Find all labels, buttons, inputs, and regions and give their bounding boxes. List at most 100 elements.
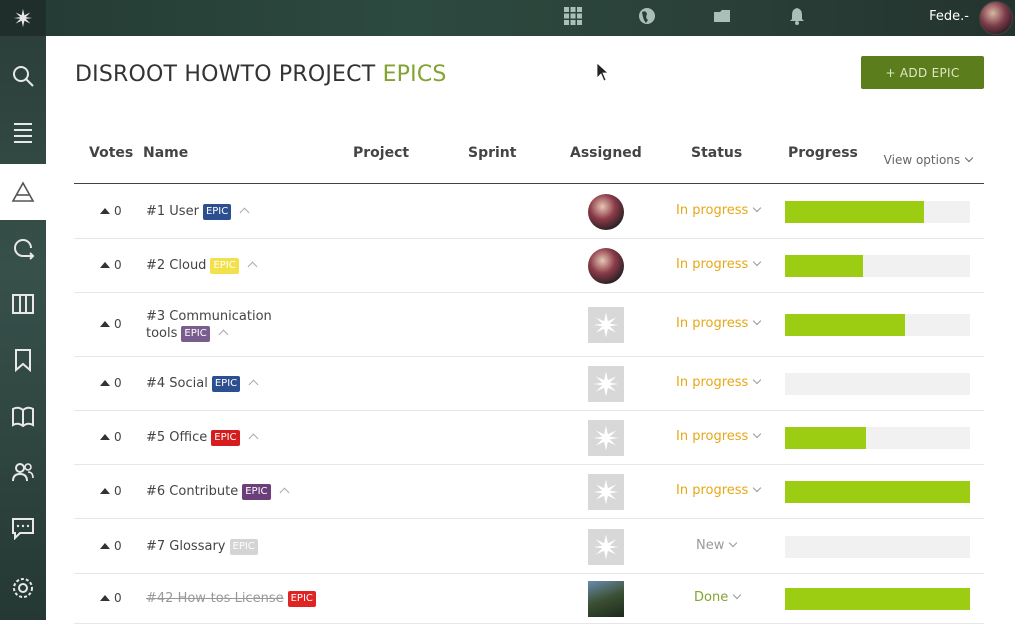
assignee-avatar[interactable] [588,581,624,617]
progress-bar [785,373,970,395]
epic-name-link[interactable]: #2 Cloud EPIC [146,257,258,274]
chevron-down-icon [753,316,762,326]
epic-name-text: #6 Contribute [146,484,239,499]
assignee-placeholder-icon[interactable] [588,307,624,343]
epic-badge: EPIC [181,326,210,342]
vote-count: 0 [114,484,122,498]
assignee-placeholder-icon[interactable] [588,474,624,510]
chevron-up-icon[interactable] [248,379,259,390]
kanban-icon [12,294,34,314]
table-row[interactable]: 0 #3 Communication tools EPIC In progress [74,293,984,357]
folder-icon[interactable] [712,6,734,28]
flower-logo-icon[interactable] [0,0,46,36]
col-project[interactable]: Project [353,145,409,161]
table-row[interactable]: 0 #2 Cloud EPIC In progress [74,239,984,293]
epic-name-line1: #3 Communication [146,309,272,324]
user-name[interactable]: Fede.- [929,9,969,24]
col-status[interactable]: Status [691,145,742,161]
chevron-up-icon[interactable] [218,329,229,340]
chevron-down-icon [729,538,738,547]
sidebar-item-kanban[interactable] [0,276,46,332]
progress-fill [785,588,970,610]
sidebar-item-search[interactable] [0,48,46,104]
globe-icon[interactable] [637,6,659,28]
vote-button[interactable]: 0 [100,258,122,272]
epic-name-text: #7 Glossary [146,538,226,554]
page-title-accent: EPICS [382,62,447,87]
bell-icon[interactable] [787,6,809,28]
assignee-avatar[interactable] [588,194,624,230]
epic-name-link[interactable]: #6 Contribute EPIC [146,483,289,500]
chevron-up-icon[interactable] [279,487,289,498]
upvote-arrow-icon [100,595,110,601]
epic-name-text: #5 Office [146,430,208,445]
user-avatar[interactable] [979,1,1013,35]
vote-count: 0 [114,317,122,331]
status-label: In progress [676,483,749,498]
chevron-up-icon[interactable] [247,261,258,272]
chevron-down-icon [753,429,762,439]
epic-badge: EPIC [229,538,258,555]
chevron-up-icon[interactable] [239,207,250,218]
assignee-placeholder-icon[interactable] [588,528,624,565]
table-row[interactable]: 0 #7 Glossary EPIC New [74,519,984,574]
page-title-main: DISROOT HOWTO PROJECT [75,62,383,87]
epic-name-link[interactable]: #1 User EPIC [146,203,250,220]
epic-name-link[interactable]: #4 Social EPIC [146,375,259,392]
progress-fill [785,255,863,277]
progress-bar [785,481,970,503]
sidebar-item-settings[interactable] [0,560,46,616]
sidebar-item-chat[interactable] [0,500,46,556]
status-dropdown[interactable]: In progress [676,257,762,272]
epic-name-text: #4 Social [146,376,208,391]
sidebar-item-backlog[interactable] [0,104,46,160]
assignee-placeholder-icon[interactable] [588,420,624,456]
chevron-up-icon[interactable] [248,433,258,444]
col-votes[interactable]: Votes [89,145,133,161]
view-options-dropdown[interactable]: View options [884,153,974,167]
epic-badge: EPIC [211,430,240,446]
table-row[interactable]: 0 #5 Office EPIC In progress [74,411,984,465]
col-name[interactable]: Name [143,145,188,161]
col-progress[interactable]: Progress [788,145,858,161]
book-icon [12,406,34,428]
vote-button[interactable]: 0 [100,591,122,605]
status-dropdown[interactable]: Done [694,590,742,605]
status-dropdown[interactable]: In progress [676,429,762,444]
epic-name-link[interactable]: #5 Office EPIC [146,429,258,446]
sidebar-item-epics[interactable] [0,164,46,220]
table-header: Votes Name Project Sprint Assigned Statu… [74,140,984,184]
epic-name-link[interactable]: #42 How-tos License EPIC [146,590,316,607]
status-dropdown[interactable]: In progress [676,375,762,390]
sidebar-item-sprints[interactable] [0,220,46,276]
epic-name-link[interactable]: #3 Communication tools EPIC [146,308,272,342]
assignee-avatar[interactable] [588,248,624,284]
status-dropdown[interactable]: In progress [676,483,762,498]
status-dropdown[interactable]: New [696,538,738,553]
table-row[interactable]: 0 #42 How-tos License EPIC Done [74,574,984,624]
sidebar [0,36,46,620]
vote-button[interactable]: 0 [100,539,122,553]
epic-badge: EPIC [202,204,232,220]
sidebar-item-issues[interactable] [0,332,46,388]
table-row[interactable]: 0 #1 User EPIC In progress [74,185,984,239]
progress-fill [785,427,867,449]
epic-name-link[interactable]: #7 Glossary EPIC [146,538,258,555]
vote-button[interactable]: 0 [100,430,122,444]
vote-button[interactable]: 0 [100,484,122,498]
col-sprint[interactable]: Sprint [468,145,516,161]
sidebar-item-wiki[interactable] [0,388,46,444]
table-row[interactable]: 0 #6 Contribute EPIC In progress [74,465,984,519]
vote-button[interactable]: 0 [100,376,122,390]
assignee-placeholder-icon[interactable] [588,366,624,402]
vote-button[interactable]: 0 [100,204,122,218]
grid-icon[interactable] [563,6,585,28]
col-assigned[interactable]: Assigned [570,145,642,161]
chevron-down-icon [964,153,974,163]
add-epic-button[interactable]: + ADD EPIC [861,56,984,89]
sidebar-item-team[interactable] [0,444,46,500]
status-dropdown[interactable]: In progress [676,316,762,331]
vote-button[interactable]: 0 [100,317,122,331]
status-dropdown[interactable]: In progress [676,203,762,218]
table-row[interactable]: 0 #4 Social EPIC In progress [74,357,984,411]
